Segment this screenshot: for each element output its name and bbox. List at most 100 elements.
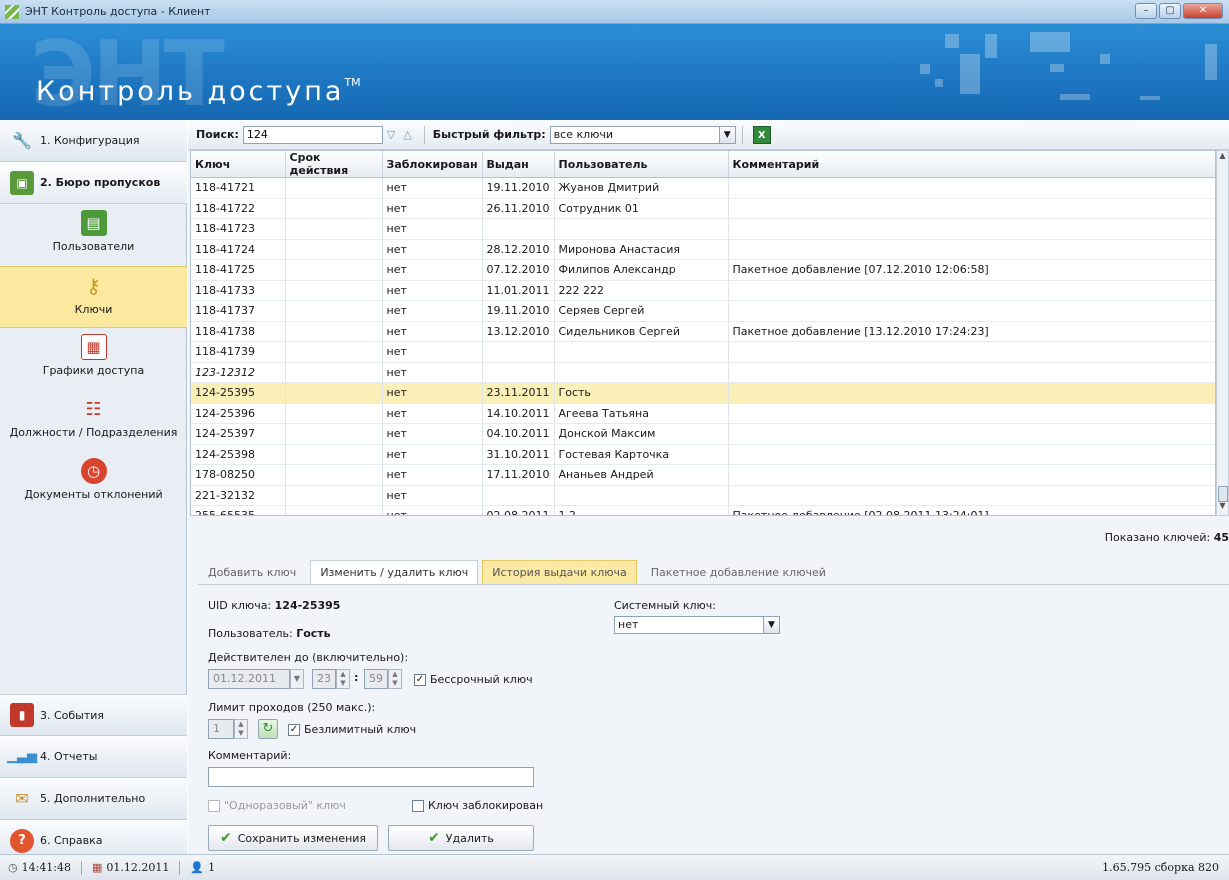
hour-spinner[interactable]: ▲ ▼ — [336, 669, 350, 689]
sub-users[interactable]: ▤ Пользователи — [0, 204, 187, 266]
delete-label: Удалить — [445, 831, 494, 845]
table-cell — [554, 341, 729, 363]
shown-count: Показано ключей: 45 — [1105, 531, 1229, 544]
excel-export-icon[interactable]: X — [752, 125, 771, 144]
column-header[interactable]: Ключ — [191, 151, 286, 178]
perpetual-key-checkbox[interactable]: ✓ Бессрочный ключ — [414, 673, 533, 686]
table-row[interactable]: 221-32132 нет — [191, 485, 1215, 506]
nav-events[interactable]: ▮ 3. События — [0, 694, 187, 736]
user-icon: 👤 — [190, 861, 205, 874]
table-cell: нет — [382, 218, 483, 240]
chevron-down-icon[interactable]: ▼ — [719, 125, 736, 144]
table-cell: Гость — [554, 382, 729, 404]
table-row[interactable]: 123-12312 нет — [191, 362, 1215, 383]
maximize-button[interactable]: ▢ — [1159, 3, 1181, 19]
table-scrollbar[interactable]: ▲ ▼ — [1216, 150, 1229, 516]
close-button[interactable]: ✕ — [1183, 3, 1223, 19]
column-header[interactable]: Комментарий — [728, 151, 1215, 178]
table-cell: нет — [382, 341, 483, 363]
tab-add-key[interactable]: Добавить ключ — [198, 560, 306, 584]
one-time-key-checkbox[interactable]: "Одноразовый" ключ — [208, 799, 346, 812]
table-cell — [285, 403, 383, 424]
table-row[interactable]: 124-25397 нет 04.10.2011 Донской Максим — [191, 423, 1215, 445]
table-row[interactable]: 118-41725 нет 07.12.2010 Филипов Александр П… — [191, 259, 1215, 281]
nav-reports[interactable]: ▁▃▅ 4. Отчеты — [0, 736, 187, 778]
table-row[interactable]: 118-41722 нет 26.11.2010 Сотрудник 01 — [191, 198, 1215, 219]
table-cell: 222 222 — [554, 280, 729, 301]
table-row[interactable]: 118-41737 нет 19.11.2010 Серяев Сергей — [191, 300, 1215, 322]
tab-batch-add[interactable]: Пакетное добавление ключей — [641, 560, 836, 584]
table-cell — [285, 239, 383, 260]
table-cell — [285, 485, 383, 506]
date-dropdown-icon[interactable]: ▼ — [290, 669, 304, 689]
table-cell — [285, 280, 383, 301]
table-cell: 118-41737 — [191, 300, 286, 322]
clock-icon: ◷ — [8, 861, 18, 874]
key-blocked-checkbox[interactable]: Ключ заблокирован — [412, 799, 543, 812]
table-cell — [285, 300, 383, 322]
table-cell: 118-41739 — [191, 341, 286, 363]
nav-additional[interactable]: ✉ 5. Дополнительно — [0, 778, 187, 820]
table-cell: 124-25398 — [191, 444, 286, 465]
table-cell: 178-08250 — [191, 464, 286, 486]
bar-chart-icon: ▁▃▅ — [7, 749, 37, 764]
nav-configuration[interactable]: 🔧 1. Конфигурация — [0, 120, 187, 162]
tab-edit-key[interactable]: Изменить / удалить ключ — [310, 560, 479, 584]
nav-pass-bureau[interactable]: ▣ 2. Бюро пропусков — [0, 162, 187, 204]
search-next-icon[interactable]: ▽ — [387, 128, 395, 141]
table-row[interactable]: 255-65535 нет 02.08.2011 1 2 Пакетное добавл… — [191, 505, 1215, 515]
system-key-label: Системный ключ: — [614, 599, 717, 612]
sub-schedules[interactable]: ▦ Графики доступа — [0, 328, 187, 390]
system-key-select[interactable]: нет ▼ — [614, 616, 780, 634]
search-prev-icon[interactable]: △ — [403, 128, 411, 141]
table-row[interactable]: 118-41733 нет 11.01.2011 222 222 — [191, 280, 1215, 301]
tab-key-history[interactable]: История выдачи ключа — [482, 560, 637, 584]
valid-date-field[interactable]: 01.12.2011 — [208, 669, 290, 689]
sub-keys[interactable]: ⚷ Ключи — [0, 266, 187, 328]
save-changes-button[interactable]: ✔ Сохранить изменения — [208, 825, 378, 851]
sub-deviation-docs[interactable]: ◷ Документы отклонений — [0, 452, 187, 514]
scroll-down-icon[interactable]: ▼ — [1217, 501, 1228, 515]
quick-filter-select[interactable]: все ключи ▼ — [549, 125, 736, 144]
pass-limit-field[interactable]: 1 — [208, 719, 234, 739]
refresh-icon[interactable]: ↻ — [258, 719, 278, 739]
toolbar: Поиск: ▽ △ Быстрый фильтр: все ключи ▼ X — [188, 120, 1229, 150]
table-row[interactable]: 118-41723 нет — [191, 218, 1215, 240]
table-cell — [728, 444, 1215, 465]
minimize-button[interactable]: – — [1135, 3, 1157, 19]
table-row[interactable]: 118-41724 нет 28.12.2010 Миронова Анастасия — [191, 239, 1215, 260]
valid-minute-field[interactable]: 59 — [364, 669, 388, 689]
limit-spinner[interactable]: ▲ ▼ — [234, 719, 248, 739]
valid-until-label: Действителен до (включительно): — [208, 651, 409, 664]
sub-positions[interactable]: ☷ Должности / Подразделения — [0, 390, 187, 452]
chevron-down-icon[interactable]: ▼ — [764, 616, 780, 634]
scroll-thumb[interactable] — [1218, 486, 1228, 502]
table-cell — [285, 198, 383, 219]
table-row[interactable]: 118-41738 нет 13.12.2010 Сидельников Сергей… — [191, 321, 1215, 342]
table-row[interactable]: 118-41739 нет — [191, 341, 1215, 363]
minute-spinner[interactable]: ▲ ▼ — [388, 669, 402, 689]
search-input[interactable] — [242, 125, 383, 144]
table-cell: 11.01.2011 — [482, 280, 555, 301]
table-cell — [728, 177, 1215, 199]
table-cell: 221-32132 — [191, 485, 286, 506]
delete-button[interactable]: ✔ Удалить — [388, 825, 534, 851]
column-header[interactable]: Заблокирован — [382, 151, 483, 178]
sub-users-label: Пользователи — [52, 240, 135, 253]
table-row[interactable]: 124-25395 нет 23.11.2011 Гость — [191, 382, 1215, 404]
column-header[interactable]: Срок действия — [285, 151, 383, 178]
table-cell: Пакетное добавление [13.12.2010 17:24:23… — [728, 321, 1215, 342]
table-row[interactable]: 118-41721 нет 19.11.2010 Жуанов Дмитрий — [191, 177, 1215, 199]
column-header[interactable]: Пользователь — [554, 151, 729, 178]
column-header[interactable]: Выдан — [482, 151, 555, 178]
valid-hour-field[interactable]: 23 — [312, 669, 336, 689]
table-row[interactable]: 124-25398 нет 31.10.2011 Гостевая Карточка — [191, 444, 1215, 465]
unlimited-key-checkbox[interactable]: ✓ Безлимитный ключ — [288, 723, 416, 736]
table-row[interactable]: 124-25396 нет 14.10.2011 Агеева Татьяна — [191, 403, 1215, 424]
scroll-up-icon[interactable]: ▲ — [1217, 151, 1228, 165]
table-row[interactable]: 178-08250 нет 17.11.2010 Ананьев Андрей — [191, 464, 1215, 486]
comment-input[interactable] — [208, 767, 534, 787]
checkbox-checked-icon: ✓ — [414, 673, 426, 686]
status-separator — [179, 860, 181, 875]
table-cell — [728, 280, 1215, 301]
